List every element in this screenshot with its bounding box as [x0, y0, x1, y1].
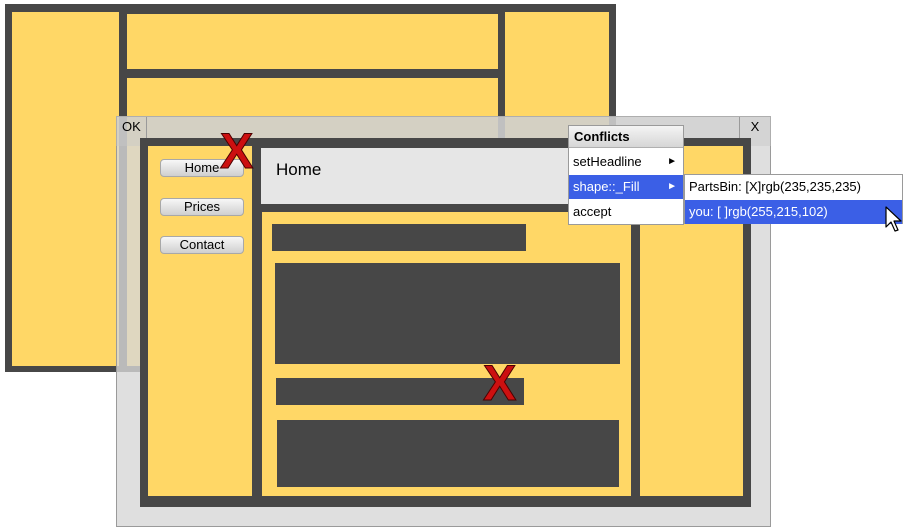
mouse-cursor-icon: [885, 206, 902, 232]
background-header-panel: [127, 14, 498, 69]
submenu-item-partsbin[interactable]: PartsBin: [X]rgb(235,235,235): [685, 175, 902, 199]
menu-item-set-headline[interactable]: setHeadline ►: [569, 150, 683, 174]
menu-item-shape-fill[interactable]: shape::_Fill ►: [569, 175, 683, 199]
fill-submenu: PartsBin: [X]rgb(235,235,235) you: [ ]rg…: [684, 174, 903, 224]
headline-text: Home: [276, 160, 322, 179]
menu-item-accept[interactable]: accept: [569, 200, 683, 224]
background-left-column: [12, 12, 119, 366]
content-text-block-2: [277, 420, 619, 487]
nav-button-prices[interactable]: Prices: [160, 198, 244, 216]
conflicts-menu: Conflicts setHeadline ► shape::_Fill ► a…: [568, 125, 684, 225]
content-text-block: [275, 263, 620, 364]
conflict-x-icon-2[interactable]: X: [482, 358, 516, 409]
conflict-x-icon[interactable]: X: [219, 126, 253, 177]
menu-item-label: shape::_Fill: [573, 179, 640, 194]
submenu-arrow-icon: ►: [667, 181, 677, 192]
conflicts-menu-title: Conflicts: [569, 126, 683, 148]
menu-item-label: setHeadline: [573, 154, 642, 169]
submenu-arrow-icon: ►: [667, 156, 677, 167]
nav-button-contact[interactable]: Contact: [160, 236, 244, 254]
submenu-item-you[interactable]: you: [ ]rgb(255,215,102): [685, 200, 902, 224]
content-heading-block: [272, 224, 526, 251]
